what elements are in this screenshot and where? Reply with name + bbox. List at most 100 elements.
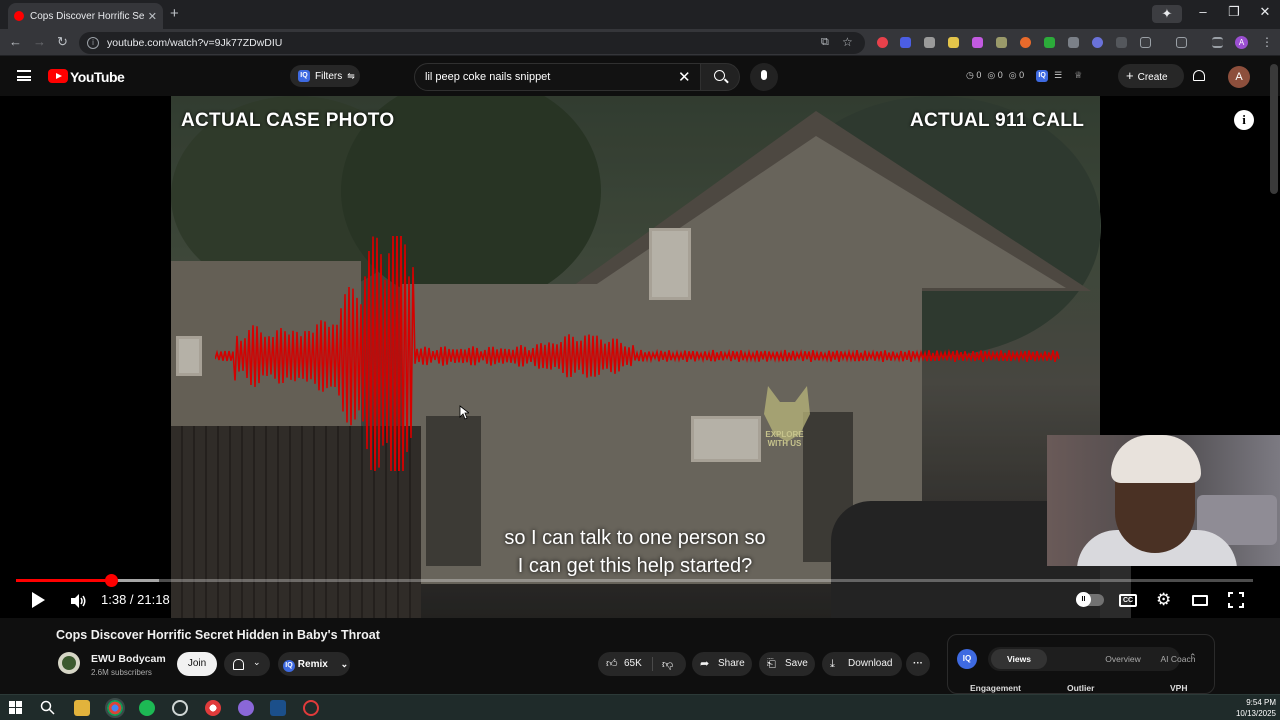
chrome-menu-icon[interactable]: ⋮ [1261, 35, 1273, 49]
play-button-icon[interactable] [32, 592, 45, 608]
side-panel-icon[interactable] [1176, 37, 1187, 48]
extensions-puzzle-icon[interactable] [1140, 37, 1151, 48]
more-actions-button[interactable]: ··· [906, 652, 930, 676]
spotify-icon[interactable] [139, 700, 155, 716]
counter-2: ◎ 0 [987, 70, 1003, 80]
cast-icon[interactable]: ⧉ [821, 36, 829, 49]
extension-violet-icon[interactable] [1092, 37, 1103, 48]
theater-mode-icon[interactable] [1192, 595, 1208, 606]
remix-label: Remix [297, 659, 328, 670]
column-engagement: Engagement [970, 683, 1022, 693]
notifications-bell-icon[interactable] [1193, 70, 1205, 81]
obs-icon[interactable] [303, 700, 319, 716]
steam-icon[interactable] [270, 700, 286, 716]
tab-search-icon[interactable] [1212, 37, 1223, 48]
share-button[interactable]: ➦ Share [692, 652, 752, 676]
subscriber-count: 2.6M subscribers [91, 668, 152, 677]
app-settings-icon[interactable] [172, 700, 188, 716]
extension-gray-icon[interactable] [924, 37, 935, 48]
windows-start-icon[interactable] [9, 701, 22, 714]
account-avatar[interactable]: A [1228, 66, 1250, 88]
list-icon[interactable]: ☰ [1054, 70, 1062, 82]
video-player[interactable]: ACTUAL CASE PHOTO ACTUAL 911 CALL EXPLOR… [0, 96, 1280, 618]
fullscreen-icon[interactable] [1228, 592, 1244, 608]
extension-red-icon[interactable] [877, 37, 888, 48]
download-button[interactable]: ⤓ Download [822, 652, 902, 676]
iq-header-icon[interactable]: IQ [1036, 70, 1049, 82]
close-window-icon[interactable]: ✕ [1250, 4, 1280, 20]
share-arrow-icon: ➦ [700, 658, 710, 670]
extension-green-icon[interactable] [1044, 37, 1055, 48]
site-info-icon[interactable]: i [87, 37, 99, 49]
remix-iq-icon: IQ [283, 660, 295, 672]
caption-line-1: so I can talk to one person so [504, 527, 766, 549]
tab-ai-coach[interactable]: AI Coach [1138, 647, 1218, 671]
column-vph: VPH [1170, 683, 1188, 693]
watermark-text: EXPLORE WITH US [765, 430, 804, 448]
extension-counters: ◷ 0 ◎ 0 ◎ 0 IQ ☰ ♕ [966, 70, 1082, 82]
discord-icon[interactable] [238, 700, 254, 716]
address-bar[interactable]: i youtube.com/watch?v=9Jk77ZDwDIU [79, 32, 865, 54]
streamer-webcam-overlay [1047, 435, 1280, 566]
extension-purple-icon[interactable] [972, 37, 983, 48]
tab-views[interactable]: Views [991, 649, 1047, 669]
youtube-logo-icon[interactable] [48, 69, 68, 83]
subscription-bell-dropdown[interactable]: ⌄ [224, 652, 270, 676]
hamburger-menu-icon[interactable] [17, 70, 31, 81]
counter-1: ◷ 0 [966, 70, 982, 80]
reload-icon[interactable]: ↻ [57, 34, 68, 50]
autoplay-toggle[interactable] [1076, 592, 1104, 607]
share-label: Share [718, 658, 745, 669]
restore-icon[interactable]: ❐ [1219, 4, 1249, 20]
voice-search-mic-icon[interactable] [750, 63, 778, 91]
extension-orange-icon[interactable] [1020, 37, 1031, 48]
search-input[interactable]: lil peep coke nails snippet [414, 63, 701, 91]
extension-k-icon[interactable] [1068, 37, 1079, 48]
bookmark-icon: ⎗ [767, 658, 776, 670]
extension-download-icon[interactable] [996, 37, 1007, 48]
channel-name[interactable]: EWU Bodycam [91, 653, 166, 665]
windows-taskbar: 9:54 PM 10/13/2025 [0, 694, 1280, 720]
settings-gear-icon[interactable]: ⚙ [1156, 590, 1171, 610]
captions-button[interactable]: CC [1119, 594, 1137, 607]
taskbar-clock[interactable]: 9:54 PM 10/13/2025 [1228, 697, 1276, 719]
file-explorer-icon[interactable] [74, 700, 90, 716]
create-button[interactable]: + Create [1118, 64, 1184, 88]
chrome-taskbar-icon[interactable] [105, 698, 125, 718]
page-scrollbar[interactable] [1270, 64, 1278, 194]
dislike-thumbs-down-icon[interactable]: 👎︎ [662, 658, 673, 671]
filter-sliders-icon: ⇋ [347, 70, 355, 81]
bookmark-star-icon[interactable]: ☆ [842, 35, 853, 49]
extension-tv-icon[interactable] [1116, 37, 1127, 48]
filters-button[interactable]: IQ Filters ⇋ [290, 65, 360, 87]
youtube-logo-text[interactable]: YouTube [70, 69, 125, 85]
search-button[interactable] [700, 63, 740, 91]
progress-scrubber-handle[interactable] [105, 574, 119, 587]
extension-yellow-icon[interactable] [948, 37, 959, 48]
channel-avatar[interactable] [58, 652, 80, 674]
gemini-icon[interactable]: ✦ [1152, 5, 1182, 23]
taskbar-search-icon[interactable] [40, 700, 55, 715]
extension-blue-icon[interactable] [900, 37, 911, 48]
pokeball-app-icon[interactable] [205, 700, 221, 716]
closed-caption: so I can talk to one person so I can get… [435, 524, 835, 580]
profile-avatar[interactable]: A [1235, 36, 1248, 49]
progress-bar[interactable] [16, 574, 1253, 587]
forward-icon[interactable]: → [33, 34, 46, 49]
progress-played [16, 579, 112, 582]
tab-title: Cops Discover Horrific Secret Hi [30, 10, 144, 22]
minimize-icon[interactable]: – [1188, 4, 1218, 19]
join-button[interactable]: Join [177, 652, 217, 676]
volume-icon[interactable] [71, 594, 87, 608]
collapse-chevron-up-icon[interactable]: ⌃ [1189, 652, 1197, 663]
back-icon[interactable]: ← [9, 34, 22, 49]
tab-close-icon[interactable]: ✕ [148, 10, 157, 23]
new-tab-button[interactable]: + [170, 5, 179, 22]
download-label: Download [848, 658, 893, 669]
clear-search-icon[interactable]: ✕ [678, 68, 691, 86]
video-info-icon[interactable]: i [1234, 110, 1254, 130]
trophy-icon[interactable]: ♕ [1074, 70, 1082, 82]
remix-button[interactable]: IQ Remix ⌄ [278, 652, 350, 676]
browser-tab[interactable]: Cops Discover Horrific Secret Hi ✕ [8, 3, 163, 29]
save-button[interactable]: ⎗ Save [759, 652, 815, 676]
